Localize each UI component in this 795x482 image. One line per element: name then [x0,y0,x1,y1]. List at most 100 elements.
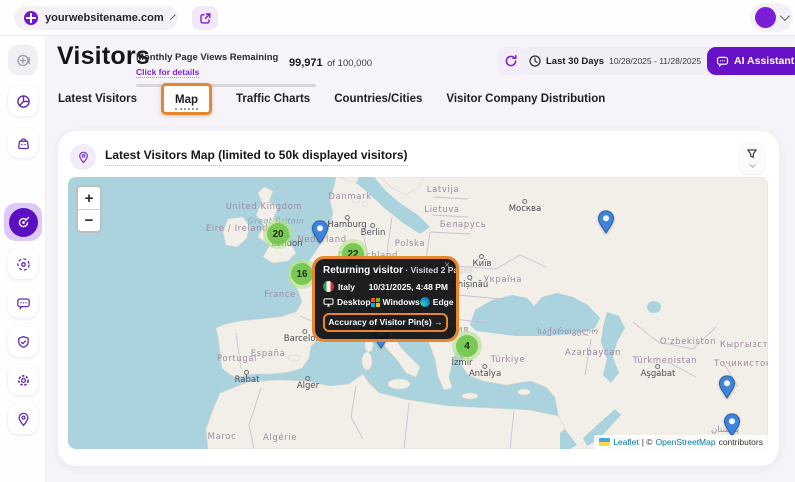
map-label-country: O'zbekiston [660,337,716,347]
map-attribution: Leaflet | © OpenStreetMap contributors [594,435,768,449]
visitor-cluster-marker[interactable]: 4 [452,331,482,361]
funnel-icon [746,148,758,160]
popup-datetime: 10/31/2025, 4:48 PM [369,282,448,292]
leaflet-link[interactable]: Leaflet [613,437,639,447]
sidebar-item-privacy[interactable] [8,327,38,357]
map-label-country: Maroc [208,432,237,442]
map-label-country: Беларусь [440,220,487,230]
map-label-city: Rabat [235,375,260,385]
attribution-suffix: contributors [719,437,763,447]
map-tab-highlight-annotation: Map [161,83,212,115]
attribution-separator: | © [642,437,653,447]
bag-icon [16,136,31,151]
zoom-in-button[interactable]: + [78,187,100,209]
map-label-country: Eire / Ireland [206,224,268,234]
popup-device: Desktop [337,297,371,307]
map-label-country: Algérie [263,433,297,443]
tab-map[interactable]: Map [175,94,198,110]
date-range-selector[interactable]: Last 30 Days 10/28/2025 - 11/28/2025 [521,47,721,75]
quota-block: Monthly Page Views Remaining 99,971 of 1… [136,47,321,87]
tab-latest-visitors[interactable]: Latest Visitors [58,93,137,105]
sidebar-item-settings[interactable] [8,365,38,395]
popup-browser: Edge [433,297,454,307]
edge-icon [420,297,430,307]
chevron-down-icon [170,14,176,20]
ai-assistant-label: AI Assistant [734,55,794,67]
sidebar-item-dashboard[interactable] [8,86,38,116]
map-label-city: Hamburg [327,220,366,230]
map-label-city: Aşgabat [641,369,676,379]
quota-label: Monthly Page Views Remaining [136,52,278,63]
visitor-pin-marker[interactable] [311,220,329,244]
map-label-city: Київ [473,259,492,269]
windows-icon [371,298,380,307]
chevron-down-icon [780,11,790,21]
visitor-pin-marker[interactable] [597,210,615,234]
popup-close-icon[interactable]: × [444,261,450,271]
openstreetmap-link[interactable]: OpenStreetMap [656,437,716,447]
map-label-city: Antalya [469,369,501,379]
map-label-country: Україна [484,275,522,285]
map-pin-badge [70,144,96,170]
ai-chat-icon [716,55,729,68]
sidebar-item-communication[interactable] [8,288,38,318]
shield-check-icon [16,335,31,350]
popup-title: Returning visitor · Visited 2 Pages [323,265,448,276]
gear-icon [16,373,31,388]
avatar [755,7,776,28]
date-range-value: 10/28/2025 - 11/28/2025 [609,56,701,66]
date-range-label: Last 30 Days [546,56,604,67]
clock-icon [529,55,541,67]
popup-location-row: Italy 10/31/2025, 4:48 PM [323,281,448,292]
sidebar-item-add[interactable] [8,45,38,75]
sidebar-item-support[interactable] [8,404,38,434]
visitor-pin-marker[interactable] [718,375,736,399]
scan-target-icon [16,257,31,272]
tab-countries-cities[interactable]: Countries/Cities [334,93,422,105]
refresh-icon [504,54,518,68]
pie-chart-icon [16,94,31,109]
tab-visitor-company-distribution[interactable]: Visitor Company Distribution [446,93,605,105]
map-label-city: Berlin [361,228,386,238]
visitor-cluster-marker[interactable]: 16 [287,259,317,289]
user-menu[interactable] [750,3,793,32]
top-bar: yourwebsitename.com [0,0,795,36]
visitor-cluster-marker[interactable]: 20 [263,219,293,249]
ai-assistant-button[interactable]: AI Assistant [707,47,795,75]
map-label-country: Portugal [217,354,257,364]
sidebar-item-visitors-active[interactable] [4,203,42,241]
map-label-country: United Kingdom [226,202,303,212]
map-label-city: Москва [509,204,542,214]
latest-visitors-map-card: Latest Visitors Map (limited to 50k disp… [58,131,779,466]
open-website-button[interactable] [192,6,218,30]
italy-flag-icon [323,281,334,292]
monitor-icon [323,298,334,307]
map-label-country: Lietuva [424,205,460,215]
popup-country: Italy [338,282,355,292]
popup-os: Windows [383,297,420,307]
ukraine-flag-icon [599,438,610,446]
map-label-country: France [264,290,296,300]
tab-bar: Latest Visitors Map Traffic Charts Count… [58,86,605,112]
chat-bubble-icon [16,296,31,311]
accuracy-of-visitor-pins-button[interactable]: Accuracy of Visitor Pin(s) → [323,313,448,332]
visitor-pin-marker[interactable] [723,413,741,437]
zoom-out-button[interactable]: − [78,209,100,231]
tab-traffic-charts[interactable]: Traffic Charts [236,93,310,105]
website-selector[interactable]: yourwebsitename.com [14,6,178,30]
popup-device-row: Desktop Windows Edge [323,297,448,307]
leaflet-map[interactable]: United KingdomGreat BritainEire / Irelan… [68,177,768,449]
person-pin-icon [16,412,31,427]
map-label-country: Azərbaycan [565,348,621,358]
map-label-country: Danmark [328,192,371,202]
map-label-country: Тоҷикистон [714,359,768,369]
quota-total: of 100,000 [327,58,372,69]
visitors-radar-icon [9,208,38,237]
visitor-popup: × Returning visitor · Visited 2 Pages It… [315,259,456,339]
sidebar-item-modules[interactable] [8,128,38,158]
quota-details-link[interactable]: Click for details [136,67,199,78]
map-label-country: Polska [395,239,425,249]
map-filter-button[interactable] [739,142,765,174]
website-name: yourwebsitename.com [45,12,164,24]
sidebar-item-behavior[interactable] [8,249,38,279]
